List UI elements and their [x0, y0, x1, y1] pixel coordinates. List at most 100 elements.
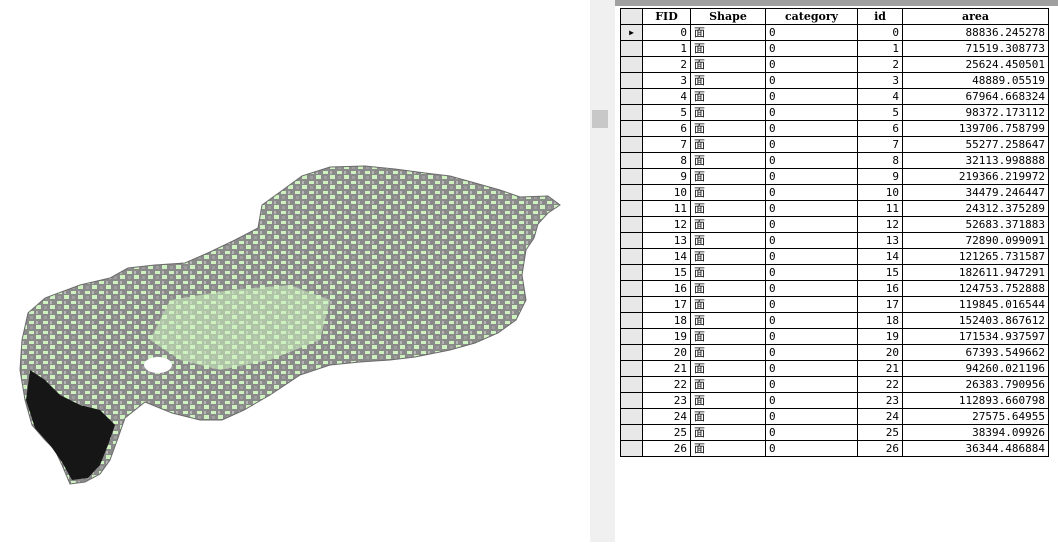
cell-fid[interactable]: 14 — [642, 248, 691, 265]
cell-area[interactable]: 121265.731587 — [902, 248, 1049, 265]
cell-fid[interactable]: 21 — [642, 360, 691, 377]
table-row[interactable]: 22 面 0 22 26383.790956 — [620, 376, 1049, 393]
cell-area[interactable]: 71519.308773 — [902, 40, 1049, 57]
table-row[interactable]: 23 面 0 23 112893.660798 — [620, 392, 1049, 409]
row-selector[interactable] — [620, 56, 643, 73]
table-row[interactable]: 8 面 0 8 32113.998888 — [620, 152, 1049, 169]
map-view[interactable] — [0, 0, 590, 542]
table-row[interactable]: 1 面 0 1 71519.308773 — [620, 40, 1049, 57]
cell-id[interactable]: 13 — [857, 232, 903, 249]
cell-shape[interactable]: 面 — [690, 344, 766, 361]
cell-category[interactable]: 0 — [765, 408, 858, 425]
cell-fid[interactable]: 20 — [642, 344, 691, 361]
table-row[interactable]: 10 面 0 10 34479.246447 — [620, 184, 1049, 201]
cell-id[interactable]: 21 — [857, 360, 903, 377]
row-selector[interactable] — [620, 136, 643, 153]
column-header-shape[interactable]: Shape — [690, 8, 766, 25]
row-selector[interactable] — [620, 72, 643, 89]
cell-id[interactable]: 4 — [857, 88, 903, 105]
cell-category[interactable]: 0 — [765, 200, 858, 217]
cell-shape[interactable]: 面 — [690, 152, 766, 169]
table-row[interactable]: 11 面 0 11 24312.375289 — [620, 200, 1049, 217]
cell-shape[interactable]: 面 — [690, 88, 766, 105]
cell-area[interactable]: 72890.099091 — [902, 232, 1049, 249]
cell-shape[interactable]: 面 — [690, 24, 766, 41]
column-header-fid[interactable]: FID — [642, 8, 691, 25]
cell-area[interactable]: 55277.258647 — [902, 136, 1049, 153]
cell-area[interactable]: 48889.05519 — [902, 72, 1049, 89]
cell-id[interactable]: 6 — [857, 120, 903, 137]
cell-id[interactable]: 17 — [857, 296, 903, 313]
row-selector[interactable] — [620, 40, 643, 57]
row-selector[interactable] — [620, 200, 643, 217]
cell-area[interactable]: 24312.375289 — [902, 200, 1049, 217]
row-selector[interactable] — [620, 104, 643, 121]
cell-shape[interactable]: 面 — [690, 40, 766, 57]
cell-area[interactable]: 27575.64955 — [902, 408, 1049, 425]
row-selector[interactable] — [620, 424, 643, 441]
cell-area[interactable]: 36344.486884 — [902, 440, 1049, 457]
cell-fid[interactable]: 3 — [642, 72, 691, 89]
row-selector[interactable] — [620, 392, 643, 409]
row-selector[interactable] — [620, 168, 643, 185]
cell-area[interactable]: 119845.016544 — [902, 296, 1049, 313]
cell-id[interactable]: 5 — [857, 104, 903, 121]
table-row[interactable]: 12 面 0 12 52683.371883 — [620, 216, 1049, 233]
row-selector[interactable] — [620, 120, 643, 137]
cell-fid[interactable]: 19 — [642, 328, 691, 345]
cell-area[interactable]: 67393.549662 — [902, 344, 1049, 361]
cell-area[interactable]: 94260.021196 — [902, 360, 1049, 377]
table-row[interactable]: 13 面 0 13 72890.099091 — [620, 232, 1049, 249]
cell-category[interactable]: 0 — [765, 264, 858, 281]
row-selector-header[interactable] — [620, 8, 643, 25]
cell-category[interactable]: 0 — [765, 232, 858, 249]
cell-category[interactable]: 0 — [765, 424, 858, 441]
table-row[interactable]: ▶ 0 面 0 0 88836.245278 — [620, 24, 1049, 41]
cell-id[interactable]: 19 — [857, 328, 903, 345]
cell-area[interactable]: 219366.219972 — [902, 168, 1049, 185]
cell-shape[interactable]: 面 — [690, 184, 766, 201]
cell-area[interactable]: 112893.660798 — [902, 392, 1049, 409]
cell-shape[interactable]: 面 — [690, 248, 766, 265]
cell-category[interactable]: 0 — [765, 312, 858, 329]
cell-area[interactable]: 171534.937597 — [902, 328, 1049, 345]
cell-id[interactable]: 24 — [857, 408, 903, 425]
cell-shape[interactable]: 面 — [690, 56, 766, 73]
cell-category[interactable]: 0 — [765, 360, 858, 377]
cell-shape[interactable]: 面 — [690, 232, 766, 249]
table-row[interactable]: 3 面 0 3 48889.05519 — [620, 72, 1049, 89]
cell-area[interactable]: 88836.245278 — [902, 24, 1049, 41]
table-row[interactable]: 7 面 0 7 55277.258647 — [620, 136, 1049, 153]
row-selector[interactable] — [620, 328, 643, 345]
table-row[interactable]: 2 面 0 2 25624.450501 — [620, 56, 1049, 73]
cell-fid[interactable]: 25 — [642, 424, 691, 441]
cell-fid[interactable]: 17 — [642, 296, 691, 313]
cell-fid[interactable]: 12 — [642, 216, 691, 233]
table-row[interactable]: 5 面 0 5 98372.173112 — [620, 104, 1049, 121]
row-selector[interactable] — [620, 440, 643, 457]
cell-fid[interactable]: 6 — [642, 120, 691, 137]
cell-category[interactable]: 0 — [765, 168, 858, 185]
cell-shape[interactable]: 面 — [690, 200, 766, 217]
cell-category[interactable]: 0 — [765, 152, 858, 169]
cell-fid[interactable]: 18 — [642, 312, 691, 329]
cell-id[interactable]: 11 — [857, 200, 903, 217]
column-header-area[interactable]: area — [902, 8, 1049, 25]
cell-category[interactable]: 0 — [765, 296, 858, 313]
column-header-category[interactable]: category — [765, 8, 858, 25]
cell-id[interactable]: 9 — [857, 168, 903, 185]
cell-shape[interactable]: 面 — [690, 264, 766, 281]
cell-shape[interactable]: 面 — [690, 376, 766, 393]
cell-id[interactable]: 14 — [857, 248, 903, 265]
row-selector[interactable] — [620, 376, 643, 393]
cell-id[interactable]: 2 — [857, 56, 903, 73]
cell-shape[interactable]: 面 — [690, 312, 766, 329]
cell-category[interactable]: 0 — [765, 184, 858, 201]
row-selector[interactable] — [620, 360, 643, 377]
table-row[interactable]: 21 面 0 21 94260.021196 — [620, 360, 1049, 377]
cell-id[interactable]: 25 — [857, 424, 903, 441]
table-row[interactable]: 19 面 0 19 171534.937597 — [620, 328, 1049, 345]
table-row[interactable]: 26 面 0 26 36344.486884 — [620, 440, 1049, 457]
cell-fid[interactable]: 8 — [642, 152, 691, 169]
cell-fid[interactable]: 26 — [642, 440, 691, 457]
